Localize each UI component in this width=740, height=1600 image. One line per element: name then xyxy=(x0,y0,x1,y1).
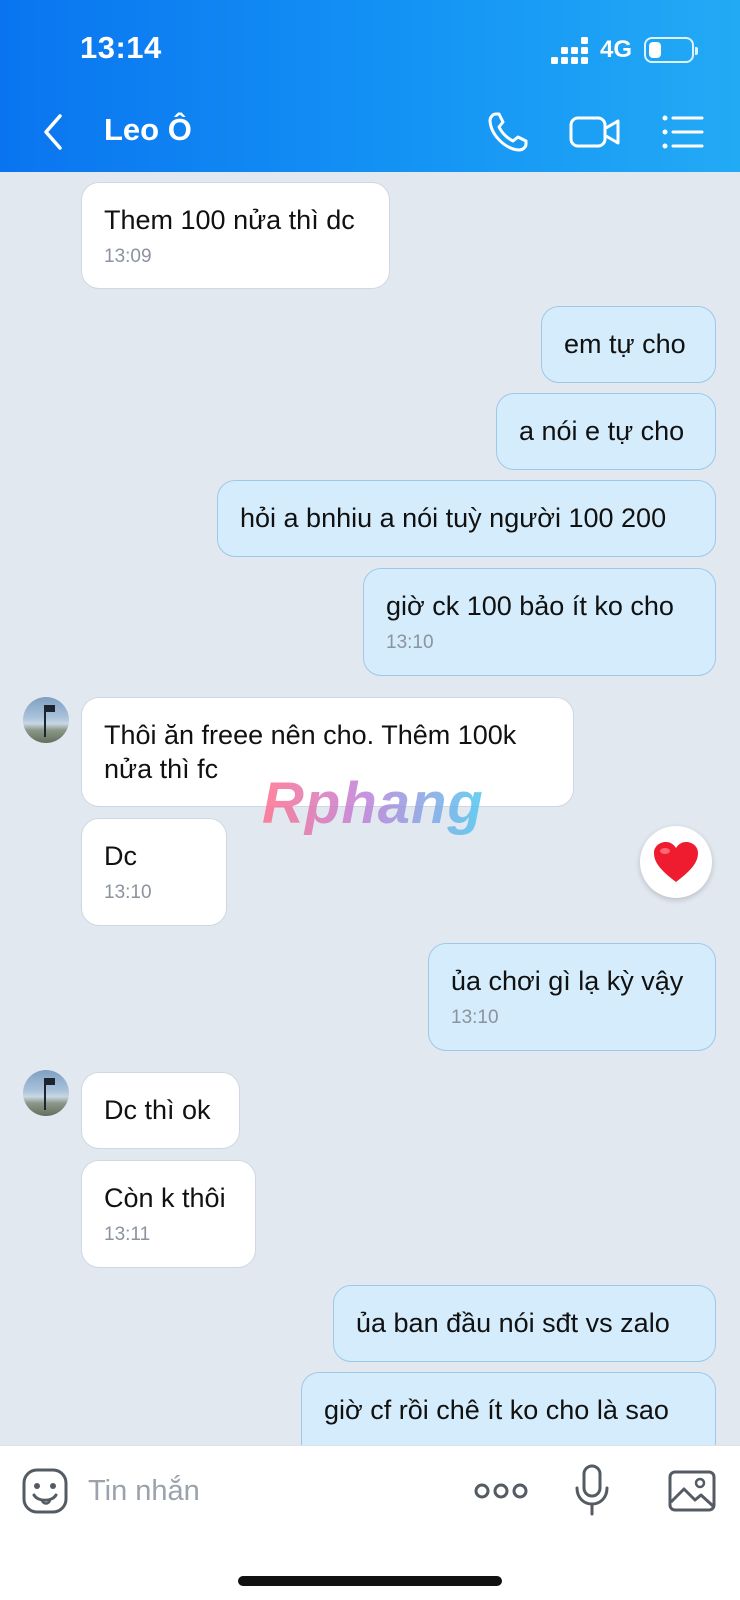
message-text: Còn k thôi xyxy=(104,1183,226,1213)
message-text: Them 100 nửa thì dc xyxy=(104,205,355,235)
message-bubble[interactable]: ủa chơi gì lạ kỳ vậy 13:10 xyxy=(428,943,716,1051)
message-bubble[interactable]: Thôi ăn freee nên cho. Thêm 100k nửa thì… xyxy=(81,697,574,807)
network-label: 4G xyxy=(599,36,632,63)
microphone-icon xyxy=(575,1464,609,1516)
message-text-line: Thôi ăn freee nên cho. Thêm 100k xyxy=(104,720,517,750)
message-text: hỏi a bnhiu a nói tuỳ người 100 200 xyxy=(240,503,667,533)
message-bubble[interactable]: hỏi a bnhiu a nói tuỳ người 100 200 xyxy=(217,480,716,557)
signal-icon xyxy=(550,36,588,64)
message-time: 13:09 xyxy=(104,246,152,267)
home-indicator[interactable] xyxy=(238,1576,502,1586)
message-text: giờ ck 100 bảo ít ko cho xyxy=(386,591,674,621)
message-text: ủa chơi gì lạ kỳ vậy xyxy=(451,966,684,996)
contact-name[interactable]: Leo Ô xyxy=(104,112,192,148)
message-bubble[interactable]: giờ ck 100 bảo ít ko cho 13:10 xyxy=(363,568,716,676)
contact-avatar[interactable] xyxy=(23,1070,69,1116)
image-icon xyxy=(668,1470,716,1512)
phone-icon xyxy=(488,112,528,152)
message-time: 13:10 xyxy=(386,632,434,653)
more-dots-icon xyxy=(474,1483,528,1499)
message-text: Dc xyxy=(104,841,137,871)
message-input[interactable] xyxy=(88,1468,448,1514)
more-options-button[interactable] xyxy=(474,1476,528,1506)
contact-avatar[interactable] xyxy=(23,697,69,743)
reaction-button[interactable] xyxy=(640,826,712,898)
emoji-icon xyxy=(22,1468,68,1514)
status-indicators: 4G xyxy=(550,32,698,68)
message-list[interactable]: Them 100 nửa thì dc 13:09 em tự cho a nó… xyxy=(0,172,740,1445)
message-text: giờ cf rồi chê ít ko cho là sao xyxy=(324,1395,669,1425)
back-button[interactable] xyxy=(36,110,72,154)
battery-icon xyxy=(644,37,698,63)
message-text-line: nửa thì fc xyxy=(104,754,219,784)
message-bubble[interactable]: ủa ban đầu nói sđt vs zalo xyxy=(333,1285,716,1362)
voice-call-button[interactable] xyxy=(484,108,532,156)
message-text: a nói e tự cho xyxy=(519,416,685,446)
voice-message-button[interactable] xyxy=(574,1464,610,1516)
send-image-button[interactable] xyxy=(668,1470,716,1512)
composer-bar xyxy=(0,1445,740,1600)
message-bubble[interactable]: a nói e tự cho xyxy=(496,393,716,470)
message-bubble[interactable]: em tự cho xyxy=(541,306,716,383)
emoji-button[interactable] xyxy=(22,1468,68,1514)
message-text: Dc thì ok xyxy=(104,1095,211,1125)
message-bubble[interactable]: Dc 13:10 xyxy=(81,818,227,926)
message-bubble[interactable]: giờ cf rồi chê ít ko cho là sao xyxy=(301,1372,716,1445)
message-text: em tự cho xyxy=(564,329,686,359)
back-icon xyxy=(44,114,62,150)
message-bubble[interactable]: Còn k thôi 13:11 xyxy=(81,1160,256,1268)
battery-level xyxy=(649,42,661,58)
video-call-button[interactable] xyxy=(568,108,622,156)
top-bar: 13:14 4G Leo Ô xyxy=(0,0,740,172)
message-bubble[interactable]: Dc thì ok xyxy=(81,1072,240,1149)
message-text: ủa ban đầu nói sđt vs zalo xyxy=(356,1308,670,1338)
video-icon xyxy=(569,116,620,148)
options-menu-button[interactable] xyxy=(660,108,706,156)
message-bubble[interactable]: Them 100 nửa thì dc 13:09 xyxy=(81,182,390,289)
menu-list-icon xyxy=(662,115,704,149)
message-time: 13:10 xyxy=(104,882,152,903)
status-time: 13:14 xyxy=(80,30,162,65)
heart-icon xyxy=(654,842,698,882)
message-time: 13:10 xyxy=(451,1007,499,1028)
message-time: 13:11 xyxy=(104,1224,151,1245)
